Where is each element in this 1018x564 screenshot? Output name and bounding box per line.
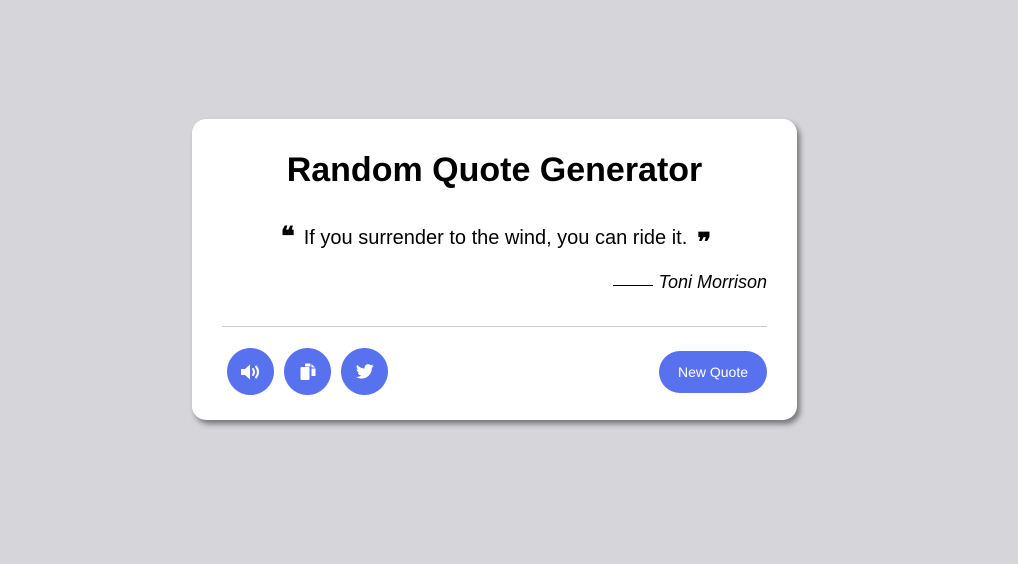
quote-card: Random Quote Generator ❝ If you surrender… bbox=[192, 119, 797, 420]
quote-area: ❝ If you surrender to the wind, you can r… bbox=[192, 222, 797, 256]
copy-icon bbox=[300, 363, 315, 380]
copy-button[interactable] bbox=[284, 348, 331, 395]
page-title: Random Quote Generator bbox=[286, 151, 703, 189]
twitter-icon bbox=[355, 364, 374, 379]
author-line: Toni Morrison bbox=[612, 271, 767, 293]
close-quote-icon: ❞ bbox=[697, 228, 711, 258]
author-dash bbox=[612, 284, 653, 286]
open-quote-icon: ❝ bbox=[280, 222, 295, 252]
quote-text: If you surrender to the wind, you can ri… bbox=[303, 227, 688, 249]
volume-icon bbox=[240, 364, 259, 379]
tweet-button[interactable] bbox=[341, 348, 388, 395]
new-quote-button[interactable]: New Quote bbox=[659, 351, 767, 393]
speak-button[interactable] bbox=[227, 348, 274, 395]
author-name: Toni Morrison bbox=[658, 272, 767, 292]
divider bbox=[222, 326, 767, 327]
